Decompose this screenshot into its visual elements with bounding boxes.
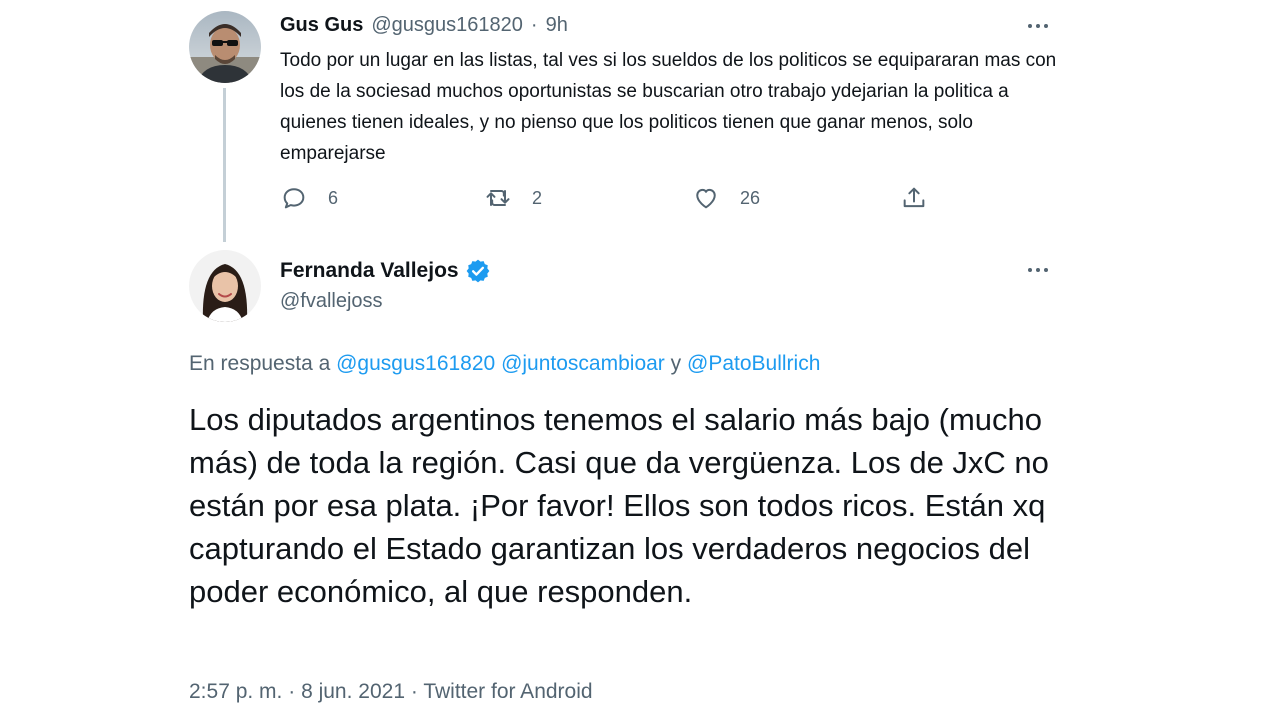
- share-button[interactable]: [900, 184, 928, 212]
- in-reply-to-line: En respuesta a @gusgus161820 @juntoscamb…: [189, 352, 820, 376]
- meta-separator: ·: [410, 680, 418, 703]
- mention-link[interactable]: @gusgus161820: [336, 352, 495, 375]
- mention-link[interactable]: @juntoscambioar: [501, 352, 665, 375]
- reply-tweet-text: Todo por un lugar en las listas, tal ves…: [280, 50, 1057, 164]
- avatar-gusgus[interactable]: [189, 11, 261, 83]
- reply-author-handle[interactable]: @gusgus161820: [371, 14, 523, 37]
- main-author-name[interactable]: Fernanda Vallejos: [280, 259, 459, 283]
- tweet-source[interactable]: Twitter for Android: [423, 680, 592, 703]
- reply-author-row: Gus Gus @gusgus161820 · 9h: [280, 14, 568, 37]
- main-author-handle[interactable]: @fvallejoss: [280, 290, 383, 313]
- avatar-photo-woman: [189, 250, 261, 322]
- reply-more-options-icon[interactable]: [1024, 16, 1052, 36]
- speech-bubble-icon: [283, 188, 305, 209]
- in-reply-conjunction: y: [670, 352, 682, 375]
- tweet-thread: Gus Gus @gusgus161820 · 9h Todo por un l…: [0, 0, 1280, 720]
- reply-time-separator: ·: [530, 14, 538, 36]
- retweet-count: 2: [532, 187, 543, 208]
- verified-badge-icon: [466, 259, 489, 283]
- retweet-icon: [486, 190, 510, 206]
- retweet-button[interactable]: 2: [484, 184, 542, 212]
- heart-icon: [696, 188, 716, 209]
- dot: [1028, 24, 1032, 28]
- tweet-date[interactable]: 8 jun. 2021: [301, 680, 405, 703]
- tweet-metadata: 2:57 p. m. · 8 jun. 2021 · Twitter for A…: [189, 680, 593, 704]
- in-reply-prefix: En respuesta a: [189, 352, 331, 375]
- reply-action-bar: 6 2 26: [280, 184, 940, 216]
- reply-count: 6: [328, 187, 339, 208]
- dot: [1044, 24, 1048, 28]
- dot: [1036, 24, 1040, 28]
- tweet-time[interactable]: 2:57 p. m.: [189, 680, 282, 703]
- dot: [1044, 268, 1048, 272]
- avatar-photo-man-sunglasses: [189, 11, 261, 83]
- reply-author-name[interactable]: Gus Gus: [280, 14, 363, 37]
- dot: [1036, 268, 1040, 272]
- share-icon: [903, 187, 925, 208]
- main-author-row: Fernanda Vallejos: [280, 258, 491, 284]
- avatar-fvallejoss[interactable]: [189, 250, 261, 322]
- main-tweet-text: Los diputados argentinos tenemos el sala…: [189, 402, 1049, 609]
- reply-button[interactable]: 6: [280, 184, 338, 212]
- dot: [1028, 268, 1032, 272]
- main-more-options-icon[interactable]: [1024, 260, 1052, 280]
- meta-separator: ·: [288, 680, 296, 703]
- thread-connector-line: [223, 88, 226, 242]
- mention-link[interactable]: @PatoBullrich: [687, 352, 820, 375]
- like-count: 26: [740, 187, 761, 208]
- reply-timestamp[interactable]: 9h: [546, 14, 568, 37]
- like-button[interactable]: 26: [692, 184, 760, 212]
